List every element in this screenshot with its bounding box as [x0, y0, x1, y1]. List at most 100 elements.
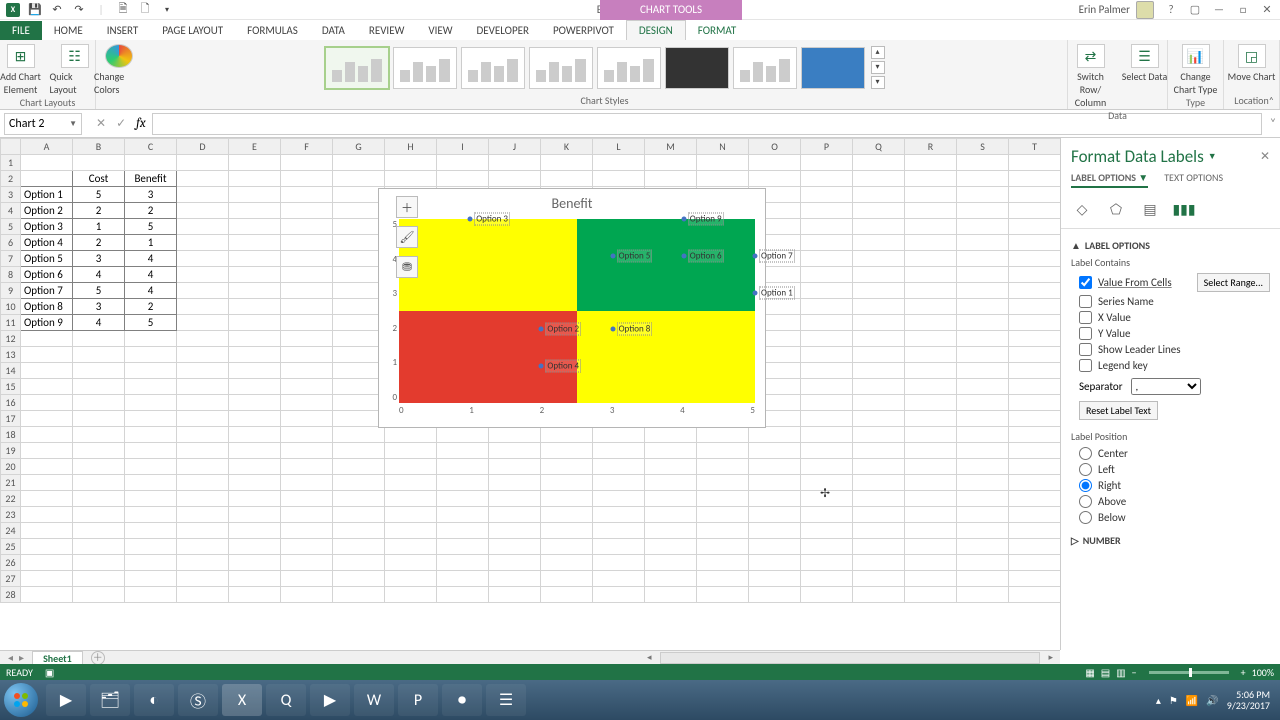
expand-formula-bar-icon[interactable]: ˅: [1266, 117, 1280, 131]
taskbar-word-icon[interactable]: W: [354, 684, 394, 716]
tray-chevron-icon[interactable]: ▴: [1156, 694, 1161, 707]
chart-style-7[interactable]: [733, 47, 797, 89]
enter-icon[interactable]: ✓: [116, 116, 126, 131]
tab-insert[interactable]: INSERT: [95, 21, 151, 40]
taskbar-skype-icon[interactable]: Ⓢ: [178, 684, 218, 716]
zoom-slider[interactable]: [1149, 671, 1229, 674]
data-label[interactable]: Option 3: [474, 213, 510, 226]
tab-data[interactable]: DATA: [310, 21, 357, 40]
new-icon[interactable]: 🗋: [138, 3, 152, 17]
chart-style-6[interactable]: [665, 47, 729, 89]
data-label[interactable]: Option 8: [617, 323, 653, 336]
data-point[interactable]: [539, 364, 544, 369]
tab-powerpivot[interactable]: POWERPIVOT: [541, 21, 626, 40]
chart-style-1[interactable]: [325, 47, 389, 89]
zoom-in-icon[interactable]: +: [1241, 666, 1246, 679]
zoom-out-icon[interactable]: −: [1132, 666, 1137, 679]
chk-x-value[interactable]: X Value: [1079, 311, 1270, 324]
select-range-button[interactable]: Select Range...: [1197, 273, 1270, 292]
sheet-tab-1[interactable]: Sheet1: [32, 651, 83, 665]
size-properties-icon[interactable]: ▤: [1139, 198, 1161, 220]
fill-line-icon[interactable]: ◇: [1071, 198, 1093, 220]
data-label[interactable]: Option 6: [688, 249, 724, 262]
taskbar-chrome-icon[interactable]: ◐: [134, 684, 174, 716]
chart-style-4[interactable]: [529, 47, 593, 89]
chk-y-value[interactable]: Y Value: [1079, 327, 1270, 340]
data-label[interactable]: Option 7: [759, 249, 795, 262]
chart-elements-button[interactable]: ＋: [396, 196, 418, 218]
data-point[interactable]: [681, 253, 686, 258]
tab-file[interactable]: FILE: [0, 21, 42, 40]
data-label[interactable]: Option 1: [759, 286, 795, 299]
chk-legend-key[interactable]: Legend key: [1079, 359, 1270, 372]
separator-select[interactable]: ,: [1131, 378, 1201, 395]
taskbar-video-icon[interactable]: ▶: [310, 684, 350, 716]
data-point[interactable]: [610, 253, 615, 258]
change-chart-type-button[interactable]: 📊Change Chart Type: [1171, 42, 1221, 96]
chart-title[interactable]: Benefit: [379, 189, 765, 214]
move-chart-button[interactable]: ◲Move Chart: [1227, 42, 1277, 83]
rad-above[interactable]: Above: [1079, 495, 1270, 508]
chk-value-from-cells[interactable]: Value From Cells: [1079, 276, 1172, 289]
taskbar-media-player-icon[interactable]: ▶: [46, 684, 86, 716]
data-point[interactable]: [753, 253, 758, 258]
page-layout-view-icon[interactable]: ▤: [1101, 666, 1110, 679]
tab-design[interactable]: DESIGN: [626, 20, 686, 40]
chart-object[interactable]: Benefit 012345 012345 Option 1Option 2Op…: [378, 188, 766, 428]
help-icon[interactable]: ?: [1164, 3, 1178, 17]
ribbon-display-icon[interactable]: ▢: [1188, 3, 1202, 17]
section-number[interactable]: ▷ NUMBER: [1071, 534, 1270, 547]
sheet-nav[interactable]: ◂▸: [0, 651, 32, 664]
undo-icon[interactable]: ↶: [50, 3, 64, 17]
pane-tab-text-options[interactable]: TEXT OPTIONS: [1164, 171, 1223, 188]
data-point[interactable]: [468, 217, 473, 222]
rad-right[interactable]: Right: [1079, 479, 1270, 492]
effects-icon[interactable]: ⬠: [1105, 198, 1127, 220]
close-icon[interactable]: ✕: [1260, 3, 1274, 17]
chart-style-2[interactable]: [393, 47, 457, 89]
save-icon[interactable]: 💾: [28, 3, 42, 17]
taskbar-explorer-icon[interactable]: 🗂: [90, 684, 130, 716]
chk-leader-lines[interactable]: Show Leader Lines: [1079, 343, 1270, 356]
chart-style-5[interactable]: [597, 47, 661, 89]
data-label[interactable]: Option 4: [545, 360, 581, 373]
taskbar-misc-icon[interactable]: ☰: [486, 684, 526, 716]
section-label-options[interactable]: ▲ LABEL OPTIONS: [1071, 239, 1270, 252]
tab-format[interactable]: FORMAT: [686, 21, 748, 40]
data-point[interactable]: [610, 327, 615, 332]
macro-record-icon[interactable]: ▣: [45, 666, 54, 679]
data-point[interactable]: [539, 327, 544, 332]
switch-row-column-button[interactable]: ⇄Switch Row/ Column: [1066, 42, 1116, 109]
redo-icon[interactable]: ↷: [72, 3, 86, 17]
taskbar-record-icon[interactable]: ⏺: [442, 684, 482, 716]
rad-below[interactable]: Below: [1079, 511, 1270, 524]
pane-menu-icon[interactable]: ▼: [1208, 151, 1217, 162]
rad-left[interactable]: Left: [1079, 463, 1270, 476]
system-tray[interactable]: ▴ ⚑ 📶 🔊 5:06 PM 9/23/2017: [1156, 689, 1276, 711]
tab-developer[interactable]: DEVELOPER: [465, 21, 541, 40]
chart-styles-button[interactable]: 🖌: [396, 226, 418, 248]
tray-volume-icon[interactable]: 🔊: [1206, 694, 1218, 707]
rad-center[interactable]: Center: [1079, 447, 1270, 460]
chart-styles-gallery[interactable]: ▴▾▾: [325, 42, 885, 89]
fx-icon[interactable]: fx: [136, 116, 146, 131]
tray-flag-icon[interactable]: ⚑: [1169, 694, 1178, 707]
tray-clock[interactable]: 5:06 PM 9/23/2017: [1227, 689, 1270, 711]
pane-tab-label-options[interactable]: LABEL OPTIONS ▼: [1071, 171, 1148, 188]
pane-close-icon[interactable]: ✕: [1260, 149, 1270, 164]
data-point[interactable]: [681, 217, 686, 222]
tab-page-layout[interactable]: PAGE LAYOUT: [150, 21, 235, 40]
chart-plot-area[interactable]: 012345 012345 Option 1Option 2Option 3Op…: [399, 219, 755, 403]
horizontal-scrollbar[interactable]: [660, 652, 1040, 664]
tray-network-icon[interactable]: 📶: [1186, 694, 1198, 707]
change-colors-button[interactable]: Change Colors: [94, 42, 144, 96]
maximize-icon[interactable]: □: [1236, 3, 1250, 17]
select-data-button[interactable]: ☰Select Data: [1120, 42, 1170, 83]
add-sheet-button[interactable]: ＋: [91, 651, 105, 665]
chevron-down-icon[interactable]: ▼: [69, 119, 77, 129]
taskbar-excel-icon[interactable]: X: [222, 684, 262, 716]
formula-input[interactable]: [152, 113, 1262, 135]
minimize-icon[interactable]: —: [1212, 3, 1226, 17]
name-box[interactable]: Chart 2▼: [4, 113, 82, 135]
chart-style-3[interactable]: [461, 47, 525, 89]
